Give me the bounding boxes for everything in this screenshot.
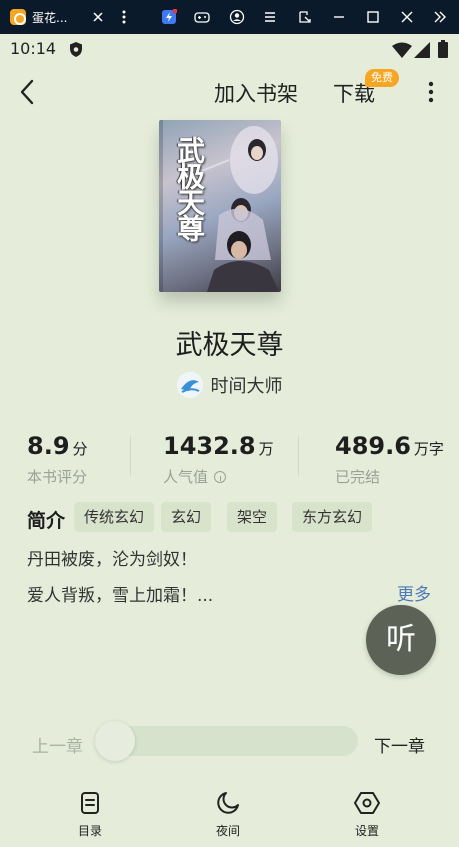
window-close-icon[interactable]	[399, 9, 415, 25]
cover-spine	[159, 120, 163, 292]
intro-label: 简介	[27, 510, 66, 532]
signal-icon	[414, 42, 430, 58]
nav-night-label: 夜间	[215, 824, 240, 838]
rating-label: 本书评分	[27, 468, 88, 486]
next-chapter-button[interactable]: 下一章	[374, 732, 425, 757]
info-icon[interactable]	[214, 471, 227, 483]
tag[interactable]: 传统玄幻	[74, 502, 155, 532]
gamepad-icon[interactable]	[194, 9, 210, 25]
word-count-value: 489.6	[335, 432, 411, 460]
stat-divider	[298, 436, 299, 476]
tag[interactable]: 架空	[227, 502, 278, 532]
back-icon[interactable]	[16, 78, 40, 106]
cover-title: 武极天尊	[173, 136, 206, 240]
settings-icon	[354, 792, 380, 814]
app-icon	[10, 9, 26, 25]
word-count-unit: 万字	[413, 440, 444, 458]
more-vertical-icon[interactable]	[421, 80, 441, 104]
account-icon[interactable]	[229, 9, 245, 25]
moon-icon	[217, 792, 239, 814]
battery-icon	[438, 40, 448, 58]
popularity-label-row: 人气值	[163, 466, 227, 487]
catalog-icon	[81, 792, 99, 814]
tag[interactable]: 玄幻	[161, 502, 212, 532]
nav-settings-label: 设置	[354, 824, 379, 838]
nav-night-mode[interactable]: 夜间	[193, 790, 263, 839]
wifi-icon	[392, 42, 412, 58]
free-badge: 免费	[365, 69, 399, 87]
status-bar: 10:14	[0, 34, 459, 64]
listen-button[interactable]: 听	[366, 605, 436, 675]
rating-unit: 分	[72, 440, 88, 458]
completion-status: 已完结	[335, 468, 381, 486]
tag[interactable]: 东方玄幻	[292, 502, 373, 532]
description-line: 爱人背叛，雪上加霜！...	[27, 586, 214, 606]
shield-icon	[68, 41, 84, 58]
prev-chapter-button[interactable]: 上一章	[32, 732, 83, 757]
minimize-icon[interactable]	[331, 9, 347, 25]
menu-icon[interactable]	[262, 9, 278, 25]
rating-value: 8.9	[27, 432, 70, 460]
assistant-icon[interactable]	[161, 9, 177, 25]
tab-close-icon[interactable]	[90, 9, 106, 25]
nav-catalog-label: 目录	[77, 824, 102, 838]
book-cover[interactable]: 武极天尊	[159, 120, 281, 292]
stat-divider	[130, 436, 131, 476]
maximize-icon[interactable]	[365, 9, 381, 25]
word-count-stat: 489.6 万字 已完结	[335, 432, 444, 486]
book-title: 武极天尊	[175, 330, 284, 361]
status-time: 10:14	[10, 39, 57, 58]
author-name: 时间大师	[210, 376, 283, 397]
nav-settings[interactable]: 设置	[332, 790, 402, 839]
add-to-shelf-button[interactable]: 加入书架	[214, 78, 298, 108]
emulator-tab-title: 蛋花...	[32, 10, 68, 25]
author-avatar	[176, 372, 203, 398]
popularity-unit: 万	[258, 440, 274, 458]
chapter-progress-slider[interactable]	[95, 721, 358, 761]
popularity-label: 人气值	[163, 468, 209, 486]
author[interactable]: 时间大师	[0, 372, 459, 398]
emulator-toolbar: 蛋花...	[0, 0, 459, 34]
popularity-value: 1432.8	[163, 432, 256, 460]
rating-stat: 8.9 分 本书评分	[27, 432, 88, 486]
emulator-tab[interactable]: 蛋花...	[10, 6, 110, 28]
more-link[interactable]: 更多	[397, 580, 431, 605]
expand-icon[interactable]	[432, 9, 448, 25]
more-vertical-icon[interactable]	[116, 9, 132, 25]
description-line: 丹田被废，沦为剑奴！	[27, 550, 197, 570]
nav-catalog[interactable]: 目录	[55, 790, 125, 839]
popularity-stat: 1432.8 万 人气值	[163, 432, 274, 486]
resize-icon[interactable]	[297, 9, 313, 25]
slider-thumb[interactable]	[95, 721, 135, 761]
